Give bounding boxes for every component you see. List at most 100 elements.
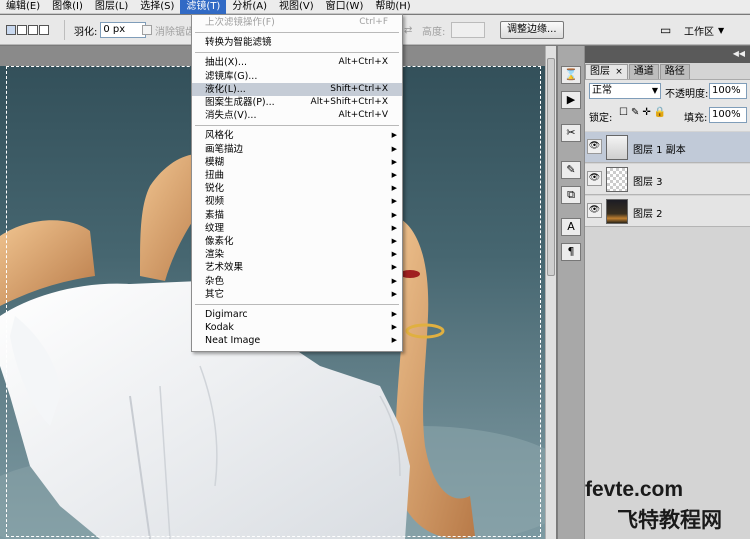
visibility-eye-icon[interactable]: 👁 xyxy=(587,171,602,186)
menu-separator xyxy=(195,32,399,34)
workspace-button[interactable]: 工作区 ▼ xyxy=(684,15,724,45)
actions-icon[interactable]: ▶ xyxy=(561,91,581,109)
filter-menu-item[interactable]: Neat Image ▶ xyxy=(192,334,402,347)
filter-menu-item[interactable]: Kodak ▶ xyxy=(192,321,402,334)
filter-menu-item-label: Digimarc xyxy=(205,309,248,320)
filter-menu-item[interactable]: Digimarc ▶ xyxy=(192,308,402,321)
tab-layers[interactable]: 图层 × xyxy=(585,64,628,79)
filter-menu-item[interactable]: 抽出(X)... Alt+Ctrl+X xyxy=(192,56,402,69)
scrollbar-thumb[interactable] xyxy=(547,58,555,276)
layer-row[interactable]: 👁 图层 3 xyxy=(585,164,750,195)
history-icon[interactable]: ⌛ xyxy=(561,66,581,84)
filter-menu-item-label: 锐化 xyxy=(205,183,225,195)
layer-name: 图层 1 副本 xyxy=(633,145,686,156)
submenu-arrow-icon: ▶ xyxy=(391,184,397,193)
refine-edge-button[interactable]: 调整边缘... xyxy=(500,21,564,39)
menu-view[interactable]: 视图(V) xyxy=(273,0,320,14)
feather-input[interactable]: 0 px xyxy=(100,22,147,38)
menu-layer[interactable]: 图层(L) xyxy=(89,0,134,14)
workspace-icon[interactable]: ▭ xyxy=(660,23,671,37)
antialias-toggle[interactable]: 消除锯齿 xyxy=(142,15,195,45)
menu-bar: 编辑(E) 图像(I) 图层(L) 选择(S) 滤镜(T) 分析(A) 视图(V… xyxy=(0,0,750,14)
opacity-label: 不透明度: xyxy=(665,89,709,100)
layer-row[interactable]: 👁 图层 2 xyxy=(585,196,750,227)
fill-input[interactable]: 100% xyxy=(709,107,747,123)
filter-menu-item[interactable]: 视频 ▶ xyxy=(192,195,402,208)
filter-menu-item-label: 液化(L)... xyxy=(205,83,246,95)
filter-menu-item-label: 消失点(V)... xyxy=(205,110,257,122)
menu-select[interactable]: 选择(S) xyxy=(134,0,180,14)
filter-menu-item[interactable]: 其它 ▶ xyxy=(192,288,402,301)
brushes-icon[interactable]: ✎ xyxy=(561,161,581,179)
vertical-scrollbar[interactable] xyxy=(545,46,556,539)
filter-menu-item[interactable]: 风格化 ▶ xyxy=(192,129,402,142)
filter-menu-item-label: 风格化 xyxy=(205,130,234,142)
menu-window[interactable]: 窗口(W) xyxy=(320,0,370,14)
layer-name: 图层 3 xyxy=(633,177,663,188)
menu-help[interactable]: 帮助(H) xyxy=(369,0,416,14)
blend-mode-select[interactable]: 正常 ▼ xyxy=(589,83,661,99)
visibility-eye-icon[interactable]: 👁 xyxy=(587,203,602,218)
clone-source-icon[interactable]: ⧉ xyxy=(561,186,581,204)
new-selection-icon[interactable] xyxy=(6,25,16,35)
submenu-arrow-icon: ▶ xyxy=(391,237,397,245)
submenu-arrow-icon: ▶ xyxy=(391,310,397,318)
filter-menu-item[interactable]: 上次滤镜操作(F) Ctrl+F xyxy=(192,16,402,29)
filter-menu-item-label: 纹理 xyxy=(205,222,225,234)
filter-menu-item[interactable]: 渲染 ▶ xyxy=(192,248,402,261)
antialias-label: 消除锯齿 xyxy=(155,26,195,38)
opacity-input[interactable]: 100% xyxy=(709,83,747,99)
menu-edit[interactable]: 编辑(E) xyxy=(0,0,46,14)
filter-menu-item[interactable]: 图案生成器(P)... Alt+Shift+Ctrl+X xyxy=(192,96,402,109)
add-selection-icon[interactable] xyxy=(17,25,27,35)
height-input[interactable] xyxy=(451,22,486,38)
shortcut-text: Shift+Ctrl+X xyxy=(330,83,388,94)
subtract-selection-icon[interactable] xyxy=(28,25,38,35)
submenu-arrow-icon: ▶ xyxy=(391,289,397,298)
filter-menu-item[interactable]: 消失点(V)... Alt+Ctrl+V xyxy=(192,109,402,122)
filter-menu-item[interactable]: 转换为智能滤镜 xyxy=(192,36,402,49)
submenu-arrow-icon: ▶ xyxy=(391,263,397,272)
collapse-icon[interactable]: ◀◀ xyxy=(733,49,745,58)
antialias-checkbox[interactable] xyxy=(142,25,152,35)
filter-menu-item[interactable]: 像素化 ▶ xyxy=(192,235,402,248)
filter-menu-item[interactable]: 纹理 ▶ xyxy=(192,222,402,235)
menu-separator xyxy=(195,304,399,305)
filter-menu-item[interactable]: 艺术效果 ▶ xyxy=(192,261,402,274)
submenu-arrow-icon: ▶ xyxy=(391,223,397,232)
feather-label: 羽化: xyxy=(74,26,98,38)
filter-menu-item[interactable]: 锐化 ▶ xyxy=(192,182,402,195)
filter-menu-item[interactable]: 模糊 ▶ xyxy=(192,156,402,169)
tab-channels[interactable]: 通道 xyxy=(628,64,659,79)
watermark-name: 飞特教程网 xyxy=(617,508,722,532)
filter-menu-item-label: 滤镜库(G)... xyxy=(205,70,258,82)
filter-menu-item[interactable]: 素描 ▶ xyxy=(192,209,402,222)
tab-layers-label: 图层 xyxy=(590,66,610,77)
filter-menu-dropdown: 上次滤镜操作(F) Ctrl+F 转换为智能滤镜 抽出(X)... Alt+Ctrl+X… xyxy=(191,14,403,352)
lock-icons[interactable]: ☐✎✛🔒 xyxy=(619,107,669,118)
menu-separator xyxy=(195,125,399,127)
close-icon[interactable]: × xyxy=(615,67,623,77)
filter-menu-item[interactable]: 杂色 ▶ xyxy=(192,275,402,288)
panel-header: ◀◀ xyxy=(585,46,750,63)
tool-presets-icon[interactable]: ✂ xyxy=(561,124,581,142)
filter-menu-item[interactable]: 液化(L)... Shift+Ctrl+X xyxy=(192,82,402,96)
menu-analysis[interactable]: 分析(A) xyxy=(226,0,273,14)
tab-paths[interactable]: 路径 xyxy=(659,64,690,79)
filter-menu-item-label: Kodak xyxy=(205,322,234,334)
filter-menu-item-label: 图案生成器(P)... xyxy=(205,97,275,108)
layer-name: 图层 2 xyxy=(633,209,663,220)
filter-menu-item[interactable]: 扭曲 ▶ xyxy=(192,169,402,182)
submenu-arrow-icon: ▶ xyxy=(391,157,397,166)
layer-row[interactable]: 👁 图层 1 副本 xyxy=(585,132,750,163)
filter-menu-item[interactable]: 滤镜库(G)... xyxy=(192,70,402,83)
shortcut-text: Alt+Shift+Ctrl+X xyxy=(310,97,388,107)
character-icon[interactable]: A xyxy=(561,218,581,236)
menu-image[interactable]: 图像(I) xyxy=(46,0,89,14)
layers-panel: ◀◀ 图层 × 通道 路径 正常 ▼ 不透明度: 100% 锁定: ☐✎✛🔒 填… xyxy=(584,46,750,539)
visibility-eye-icon[interactable]: 👁 xyxy=(587,139,602,154)
paragraph-icon[interactable]: ¶ xyxy=(561,243,581,261)
filter-menu-item[interactable]: 画笔描边 ▶ xyxy=(192,143,402,156)
intersect-selection-icon[interactable] xyxy=(39,25,49,35)
menu-filter[interactable]: 滤镜(T) xyxy=(180,0,227,14)
